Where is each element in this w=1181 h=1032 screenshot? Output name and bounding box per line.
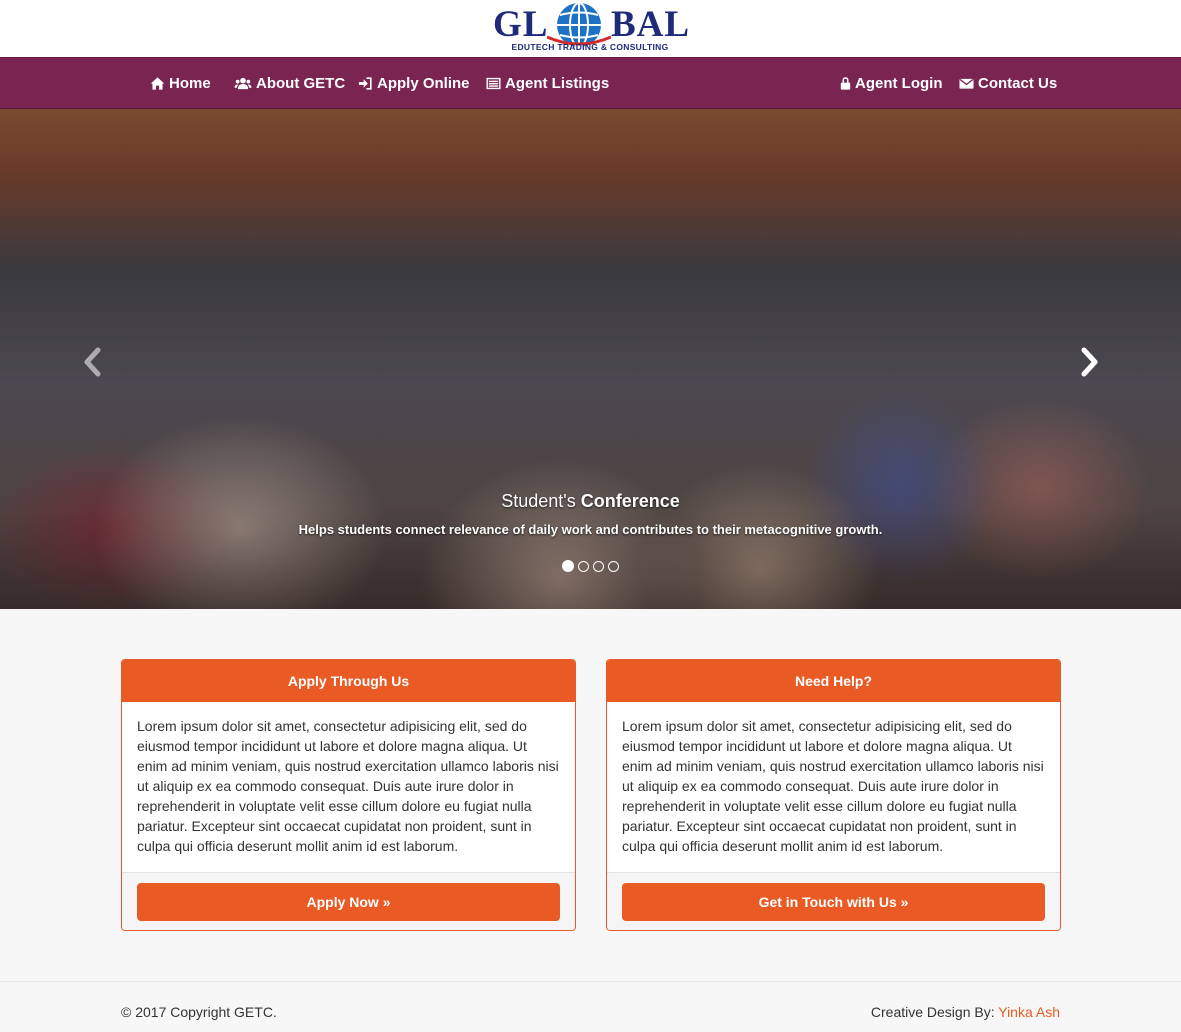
apply-panel-heading: Apply Through Us xyxy=(122,660,575,702)
logo-text-left: GL xyxy=(493,4,549,45)
apply-panel-footer: Apply Now » xyxy=(122,872,575,930)
apply-panel: Apply Through Us Lorem ipsum dolor sit a… xyxy=(121,659,576,931)
nav-about-label: About GETC xyxy=(256,74,346,92)
carousel-next-button[interactable] xyxy=(1070,342,1110,382)
nav-home[interactable]: Home xyxy=(150,58,211,108)
envelope-icon xyxy=(959,76,974,91)
credit-label: Creative Design By: xyxy=(870,1004,999,1020)
designer-link[interactable]: Yinka Ash xyxy=(998,1004,1060,1020)
caption-title-bold: Conference xyxy=(580,491,680,511)
caption-text: Helps students connect relevance of dail… xyxy=(298,522,883,537)
caption-title: Student's Conference xyxy=(0,489,1181,513)
nav-listings-label: Agent Listings xyxy=(505,74,610,92)
carousel-indicator-2[interactable] xyxy=(578,561,589,572)
nav-home-label: Home xyxy=(169,74,211,92)
lock-icon xyxy=(840,76,851,91)
sign-in-icon xyxy=(358,76,373,91)
site-logo[interactable]: GL BAL EDUTECH TRADING & CONSULTING xyxy=(490,1,690,55)
carousel-indicator-4[interactable] xyxy=(608,561,619,572)
nav-apply-label: Apply Online xyxy=(377,74,470,92)
nav-agent-login[interactable]: Agent Login xyxy=(840,58,942,108)
nav-login-label: Agent Login xyxy=(855,74,943,92)
logo-subtitle: EDUTECH TRADING & CONSULTING xyxy=(511,42,669,52)
chevron-left-icon xyxy=(81,347,103,377)
logo-text-right: BAL xyxy=(611,4,691,45)
carousel-prev-button[interactable] xyxy=(72,342,112,382)
main-navbar: Home About GETC Apply Online Agent Listi… xyxy=(0,57,1181,109)
nav-agent-listings[interactable]: Agent Listings xyxy=(486,58,609,108)
carousel-indicator-1[interactable] xyxy=(562,560,574,572)
list-icon xyxy=(486,76,501,91)
carousel-indicator-3[interactable] xyxy=(593,561,604,572)
design-credit: Creative Design By: Yinka Ash xyxy=(871,1004,1060,1020)
apply-now-button[interactable]: Apply Now » xyxy=(137,883,560,921)
page-footer: © 2017 Copyright GETC. Creative Design B… xyxy=(0,981,1181,1032)
caption-title-prefix: Student's xyxy=(501,491,581,511)
nav-contact-label: Contact Us xyxy=(978,74,1058,92)
copyright-text: © 2017 Copyright GETC. xyxy=(121,1004,277,1020)
chevron-right-icon xyxy=(1079,347,1101,377)
hero-carousel: Student's Conference Helps students conn… xyxy=(0,109,1181,609)
nav-apply-online[interactable]: Apply Online xyxy=(358,58,470,108)
nav-contact-us[interactable]: Contact Us xyxy=(959,58,1057,108)
home-icon xyxy=(150,76,165,91)
get-in-touch-button[interactable]: Get in Touch with Us » xyxy=(622,883,1045,921)
help-panel-heading: Need Help? xyxy=(607,660,1060,702)
nav-about[interactable]: About GETC xyxy=(234,58,345,108)
carousel-indicators xyxy=(0,560,1181,575)
help-panel: Need Help? Lorem ipsum dolor sit amet, c… xyxy=(606,659,1061,931)
apply-panel-body: Lorem ipsum dolor sit amet, consectetur … xyxy=(137,718,559,854)
logo-bar: GL BAL EDUTECH TRADING & CONSULTING xyxy=(0,0,1181,57)
help-panel-footer: Get in Touch with Us » xyxy=(607,872,1060,930)
users-icon xyxy=(234,76,252,91)
help-panel-body: Lorem ipsum dolor sit amet, consectetur … xyxy=(622,718,1044,854)
carousel-caption: Student's Conference Helps students conn… xyxy=(0,489,1181,540)
